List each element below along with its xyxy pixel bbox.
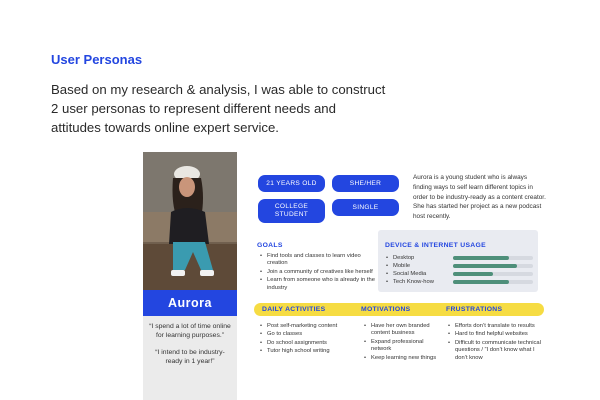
tag-occupation: COLLEGE STUDENT — [258, 199, 325, 223]
list-item: Learn from someone who is already in the… — [259, 277, 379, 292]
intro-paragraph: Based on my research & analysis, I was a… — [51, 80, 401, 137]
intro-line: Based on my research & analysis, I was a… — [51, 82, 386, 97]
goals-heading: GOALS — [257, 242, 283, 249]
device-usage-row: Mobile — [385, 262, 533, 270]
device-usage-row: Tech Know-how — [385, 278, 533, 286]
level-track — [453, 280, 533, 284]
device-usage-heading: DEVICE & INTERNET USAGE — [385, 242, 486, 249]
device-usage-label: Social Media — [385, 270, 426, 278]
list-item: Do school assignments — [259, 340, 359, 348]
level-track — [453, 264, 533, 268]
persona-photo — [143, 152, 237, 290]
goals-list: Find tools and classes to learn video cr… — [259, 253, 379, 293]
persona-quotes: “I spend a lot of time online for learni… — [143, 316, 237, 400]
level-bar — [453, 256, 509, 260]
intro-line: attitudes towards online expert service. — [51, 120, 279, 135]
level-track — [453, 256, 533, 260]
persona-quote: “I intend to be industry-ready in 1 year… — [155, 348, 225, 366]
daily-activities-list: Post self-marketing content Go to classe… — [259, 323, 359, 357]
device-usage-panel: DEVICE & INTERNET USAGE Desktop Mobile S… — [378, 230, 538, 292]
level-bar — [453, 272, 493, 276]
list-item: Difficult to communicate technical quest… — [447, 340, 547, 362]
list-item: Join a community of creatives like herse… — [259, 269, 379, 277]
list-item: Expand professional network — [363, 339, 443, 354]
level-bar — [453, 264, 517, 268]
list-item: Post self-marketing content — [259, 323, 359, 331]
list-item: Have her own branded content business — [363, 323, 443, 338]
device-usage-row: Social Media — [385, 270, 533, 278]
motivations-heading: MOTIVATIONS — [361, 306, 411, 313]
list-item: Find tools and classes to learn video cr… — [259, 253, 379, 268]
list-item: Go to classes — [259, 331, 359, 339]
daily-activities-heading: DAILY ACTIVITIES — [262, 306, 326, 313]
list-item: Hard to find helpful websites — [447, 331, 547, 339]
device-usage-label: Desktop — [385, 254, 414, 262]
tag-pronouns: SHE/HER — [332, 175, 399, 192]
list-item: Tutor high school writing — [259, 348, 359, 356]
level-track — [453, 272, 533, 276]
section-title: User Personas — [51, 52, 143, 67]
device-usage-row: Desktop — [385, 254, 533, 262]
frustrations-heading: FRUSTRATIONS — [446, 306, 503, 313]
list-item: Efforts don’t translate to results — [447, 323, 547, 331]
persona-bio: Aurora is a young student who is always … — [413, 174, 546, 221]
frustrations-list: Efforts don’t translate to results Hard … — [447, 323, 547, 363]
list-item: Keep learning new things — [363, 355, 443, 363]
persona-quote: “I spend a lot of time online for learni… — [149, 323, 231, 340]
device-usage-label: Mobile — [385, 262, 410, 270]
tag-age: 21 YEARS OLD — [258, 175, 325, 192]
motivations-list: Have her own branded content business Ex… — [363, 323, 443, 363]
intro-line: 2 user personas to represent different n… — [51, 101, 336, 116]
device-usage-label: Tech Know-how — [385, 278, 434, 286]
tag-relationship: SINGLE — [332, 199, 399, 216]
persona-name: Aurora — [143, 290, 237, 316]
level-bar — [453, 280, 509, 284]
